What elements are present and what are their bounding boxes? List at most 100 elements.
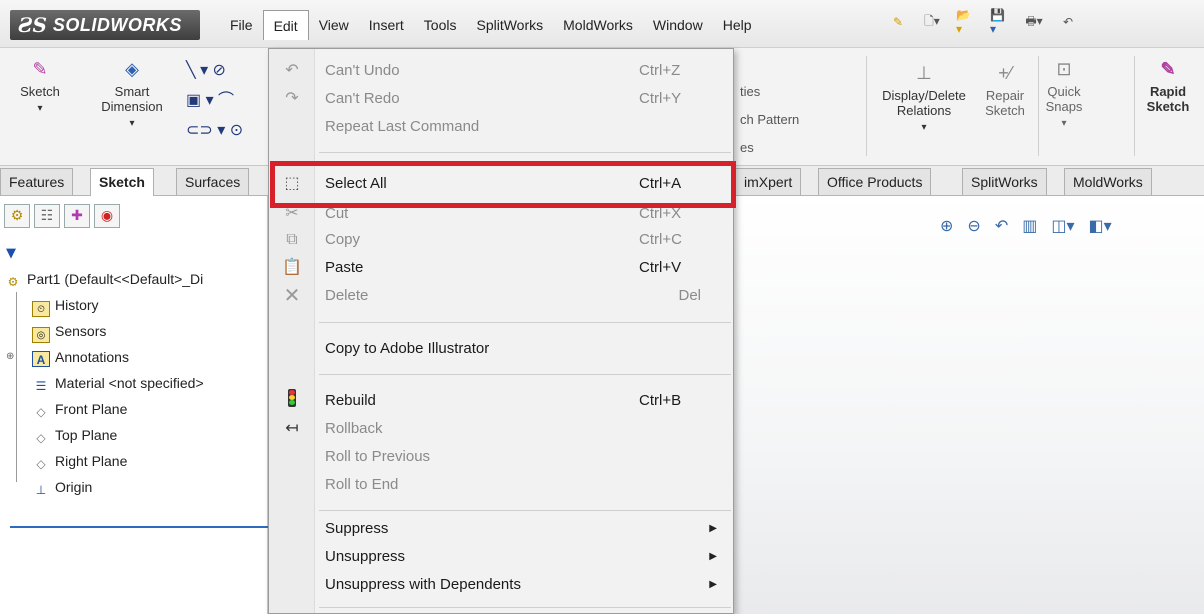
tab-office-products[interactable]: Office Products [818,168,932,195]
submenu-arrow-icon: ▶ [709,579,717,590]
expand-icon[interactable]: ⊕ [6,344,14,370]
tab-moldworks[interactable]: MoldWorks [1064,168,1152,195]
display-delete-relations-tool[interactable]: ⊥ Display/Delete Relations ▾ [874,62,974,135]
menu-file[interactable]: File [220,10,263,40]
tree-item-history[interactable]: ⏲ History [4,292,268,318]
history-icon: ⏲ [32,301,50,317]
origin-icon: ⊥ [35,483,47,497]
property-manager-icon[interactable]: ☷ [34,204,60,228]
repair-sketch-tool[interactable]: +⁄ Repair Sketch [978,62,1032,118]
material-icon: ☰ [35,379,47,393]
rapid-sketch-tool[interactable]: ✎ Rapid Sketch [1138,58,1198,114]
display-style-icon[interactable]: ◧▾ [1089,216,1112,235]
tree-item-annotations[interactable]: ⊕ A Annotations [4,344,268,370]
delete-icon: ✕ [283,283,301,307]
tree-item-material[interactable]: ☰ Material <not specified> [4,370,268,396]
feature-manager-panel: ⚙ ☷ ✚ ◉ ▼ ⚙ Part1 (Default<<Default>_Di ⏲… [0,196,268,614]
menu-help[interactable]: Help [713,10,762,40]
panel-tabs: ⚙ ☷ ✚ ◉ [4,204,120,228]
menu-item-repeat-last-command[interactable]: Repeat Last Command [315,113,733,141]
menu-item-redo[interactable]: Can't Redo Ctrl+Y [315,85,733,113]
solidworks-logo[interactable]: ƧS SOLIDWORKS [10,10,200,40]
feature-tree: ⚙ Part1 (Default<<Default>_Di ⏲ History ◎ S… [4,266,268,500]
menu-item-roll-to-previous[interactable]: Roll to Previous [315,443,733,471]
appearance-icon[interactable]: ◉ [94,204,120,228]
tab-dimxpert[interactable]: imXpert [736,168,802,195]
smart-dimension-icon: ◈ [125,59,139,79]
rectangle-icon: ▣ ▾ ⌒ [186,92,235,109]
sketch-tool[interactable]: ✎ Sketch ▾ [12,58,68,116]
menu-item-rebuild[interactable]: Rebuild Ctrl+B [315,387,733,415]
ribbon-separator [866,56,867,156]
section-view-icon[interactable]: ▥ [1022,216,1037,235]
menu-view[interactable]: View [309,10,359,40]
plane-icon: ◇ [36,405,46,419]
menu-item-copy-to-adobe-illustrator[interactable]: Copy to Adobe Illustrator [315,335,733,363]
tree-item-origin[interactable]: ⊥ Origin [4,474,268,500]
sensors-icon: ◎ [32,327,50,343]
rapid-sketch-icon: ✎ [1160,59,1176,79]
zoom-area-icon[interactable]: ⊖ [967,216,980,235]
menu-edit[interactable]: Edit [262,10,309,40]
select-all-highlight-box [270,161,736,208]
open-folder-icon[interactable]: 📂▾ [956,8,976,36]
undo-icon[interactable]: ↶ [1058,12,1078,32]
menu-window[interactable]: Window [643,10,713,40]
tree-divider [10,526,268,528]
new-document-icon[interactable]: 🗋▾ [922,12,942,32]
tree-root-part[interactable]: ⚙ Part1 (Default<<Default>_Di [4,266,268,292]
edit-menu-dropdown: ↶ Can't Undo Ctrl+Z ↷ Can't Redo Ctrl+Y … [268,48,734,614]
menu-item-roll-to-end[interactable]: Roll to End [315,471,733,499]
menu-separator [319,322,731,323]
tab-features[interactable]: Features [0,168,74,195]
quick-access-toolbar: ✎ 🗋▾ 📂▾ 💾▾ 🖶▾ ↶ [888,8,1078,36]
undo-icon: ↶ [285,60,299,79]
menu-insert[interactable]: Insert [359,10,414,40]
view-orientation-icon[interactable]: ◫▾ [1051,216,1074,235]
feature-manager-icon[interactable]: ⚙ [4,204,30,228]
menu-item-delete[interactable]: Delete Del [315,282,733,310]
tab-surfaces[interactable]: Surfaces [176,168,250,195]
menu-item-undo[interactable]: Can't Undo Ctrl+Z [315,57,733,85]
tab-splitworks[interactable]: SplitWorks [962,168,1047,195]
logo-text: SOLIDWORKS [52,14,182,35]
menu-item-unsuppress[interactable]: Unsuppress ▶ [315,543,733,571]
menu-item-paste[interactable]: Paste Ctrl+V [315,254,733,282]
print-icon[interactable]: 🖶▾ [1024,12,1044,32]
menu-splitworks[interactable]: SplitWorks [466,10,553,40]
submenu-arrow-icon: ▶ [709,551,717,562]
tab-sketch[interactable]: Sketch [90,168,154,196]
tree-item-front-plane[interactable]: ◇ Front Plane [4,396,268,422]
submenu-arrow-icon: ▶ [709,523,717,534]
paste-icon: 📋 [282,257,302,276]
plane-icon: ◇ [36,431,46,445]
menu-separator [319,607,731,608]
copy-icon: ⧉ [286,229,298,248]
previous-view-icon[interactable]: ↶ [995,216,1008,235]
save-icon[interactable]: 💾▾ [990,8,1010,36]
repair-sketch-icon: +⁄ [998,63,1012,83]
menu-item-unsuppress-with-dependents[interactable]: Unsuppress with Dependents ▶ [315,571,733,599]
pin-icon[interactable]: ✎ [888,12,908,32]
annotations-icon: A [32,351,50,367]
tree-item-right-plane[interactable]: ◇ Right Plane [4,448,268,474]
ribbon-separator [1038,56,1039,156]
part-icon: ⚙ [7,275,19,289]
menu-item-rollback[interactable]: Rollback [315,415,733,443]
filter-icon[interactable]: ▼ [6,246,16,261]
menu-moldworks[interactable]: MoldWorks [553,10,643,40]
menu-separator [319,374,731,375]
line-icon: ╲ ▾ ⊘ [186,62,226,79]
menu-tools[interactable]: Tools [414,10,467,40]
smart-dimension-tool[interactable]: ◈ Smart Dimension ▾ [92,58,172,131]
relations-icon: ⊥ [916,63,932,83]
line-tool[interactable]: ╲ ▾ ⊘ ▣ ▾ ⌒ ⊂⊃ ▾ ⊙ [186,56,246,146]
menu-item-copy[interactable]: Copy Ctrl+C [315,226,733,254]
zoom-to-fit-icon[interactable]: ⊕ [940,216,953,235]
quick-snaps-tool[interactable]: ⊡ Quick Snaps ▾ [1042,58,1086,131]
menu-item-suppress[interactable]: Suppress ▶ [315,515,733,543]
tree-item-sensors[interactable]: ◎ Sensors [4,318,268,344]
menu-icon-gutter [269,49,315,613]
configuration-manager-icon[interactable]: ✚ [64,204,90,228]
tree-item-top-plane[interactable]: ◇ Top Plane [4,422,268,448]
